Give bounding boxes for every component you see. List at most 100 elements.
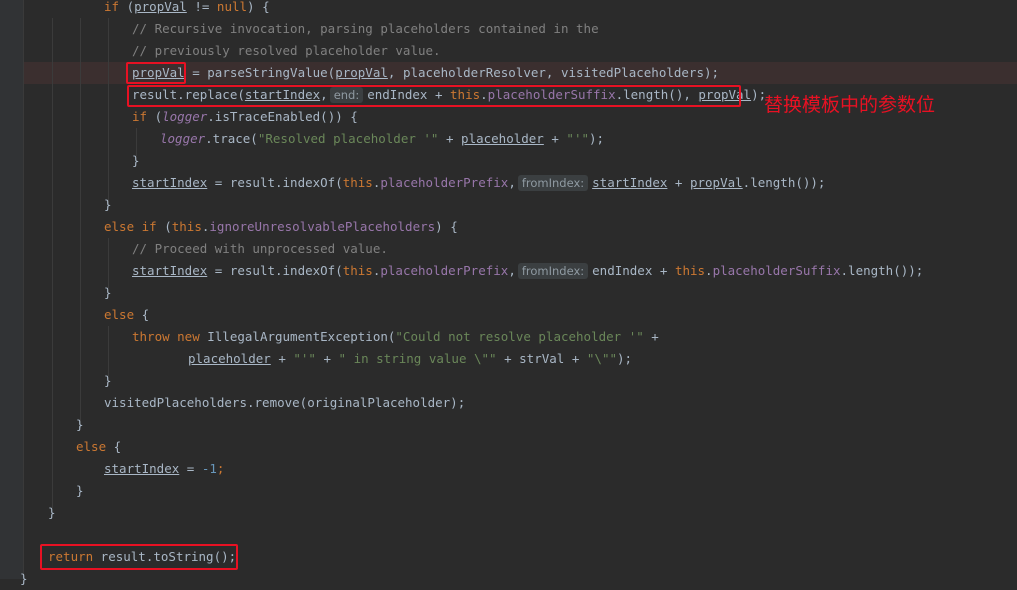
- highlight-box-replace: [127, 85, 741, 107]
- code-line-parse[interactable]: propVal = parseStringValue(propVal, plac…: [132, 62, 719, 84]
- field: placeholderSuffix: [712, 263, 841, 278]
- code-line-indexof-suffix[interactable]: startIndex = result.indexOf(this.placeho…: [132, 260, 923, 282]
- indent-guide: [108, 238, 109, 288]
- code-text: +: [543, 131, 567, 146]
- code-comment[interactable]: // Proceed with unprocessed value.: [132, 238, 388, 260]
- code-line-startindex-reset[interactable]: startIndex = -1;: [104, 458, 224, 480]
- string-literal: "\"": [586, 351, 617, 366]
- keyword: this: [342, 175, 373, 190]
- variable: placeholder: [188, 351, 271, 366]
- code-line-if-logger[interactable]: if (logger.isTraceEnabled()) {: [132, 106, 358, 128]
- code-line-else-outer[interactable]: else {: [76, 436, 121, 458]
- code-text: +: [270, 351, 294, 366]
- keyword: else if: [104, 219, 157, 234]
- code-text: .isTraceEnabled()) {: [207, 109, 358, 124]
- code-brace[interactable]: }: [20, 568, 28, 590]
- code-text: ) {: [435, 219, 458, 234]
- code-text: !=: [186, 0, 217, 14]
- keyword: if: [104, 0, 120, 14]
- code-text: .: [705, 263, 713, 278]
- string-literal: "Resolved placeholder '": [257, 131, 439, 146]
- code-text: , placeholderResolver, visitedPlaceholde…: [387, 65, 720, 80]
- keyword: else: [76, 439, 107, 454]
- code-text: ,: [508, 263, 516, 278]
- keyword: this: [674, 263, 706, 278]
- code-text: = parseStringValue(: [184, 65, 336, 80]
- code-comment[interactable]: // Recursive invocation, parsing placeho…: [132, 18, 599, 40]
- code-text: );: [617, 351, 633, 366]
- code-editor[interactable]: if (propVal != null) { // Recursive invo…: [0, 0, 1017, 586]
- variable: propVal: [689, 175, 743, 190]
- code-brace[interactable]: }: [76, 414, 84, 436]
- code-text: ,: [508, 175, 516, 190]
- variable: propVal: [134, 0, 187, 14]
- code-brace[interactable]: }: [76, 480, 84, 502]
- keyword: if: [132, 109, 148, 124]
- variable: placeholder: [461, 131, 544, 146]
- indent-guide: [80, 18, 81, 428]
- indent-guide: [108, 18, 109, 208]
- variable: startIndex: [104, 461, 180, 476]
- code-line-throw[interactable]: throw new IllegalArgumentException("Coul…: [132, 326, 659, 348]
- code-text: (: [156, 219, 172, 234]
- variable: startIndex: [592, 175, 668, 190]
- code-text: (: [119, 0, 135, 14]
- editor-gutter[interactable]: [0, 0, 24, 579]
- code-brace[interactable]: }: [132, 150, 140, 172]
- indent-guide: [52, 18, 53, 508]
- keyword: this: [342, 263, 373, 278]
- keyword: this: [171, 219, 202, 234]
- field: placeholderPrefix: [380, 175, 509, 190]
- code-text: +: [667, 175, 690, 190]
- code-brace[interactable]: }: [104, 282, 112, 304]
- code-text: .trace(: [205, 131, 258, 146]
- keyword: throw new: [132, 329, 200, 344]
- string-literal: "'": [566, 131, 589, 146]
- code-text: (: [147, 109, 163, 124]
- number-literal: -1: [201, 461, 217, 476]
- annotation-label: 替换模板中的参数位: [764, 94, 936, 116]
- code-text: = result.indexOf(: [207, 263, 343, 278]
- code-text: = result.indexOf(: [207, 175, 343, 190]
- code-line-if-propval[interactable]: if (propVal != null) {: [104, 0, 270, 18]
- code-brace[interactable]: }: [48, 502, 56, 524]
- field: logger: [162, 109, 208, 124]
- variable: propVal: [335, 65, 388, 80]
- highlight-box-return: [40, 544, 238, 570]
- keyword: null: [216, 0, 248, 14]
- code-line-indexof[interactable]: startIndex = result.indexOf(this.placeho…: [132, 172, 825, 194]
- code-comment[interactable]: // previously resolved placeholder value…: [132, 40, 441, 62]
- field: logger: [160, 131, 206, 146]
- highlight-box-propval: [126, 62, 186, 84]
- indent-guide: [108, 326, 109, 376]
- code-line-trace[interactable]: logger.trace("Resolved placeholder '" + …: [160, 128, 604, 150]
- field: ignoreUnresolvablePlaceholders: [209, 219, 436, 234]
- code-text: .length());: [840, 263, 924, 278]
- variable: startIndex: [132, 263, 208, 278]
- code-line-throw-cont[interactable]: placeholder + "'" + " in string value \"…: [188, 348, 632, 370]
- code-text: {: [106, 439, 122, 454]
- string-literal: " in string value \"": [338, 351, 497, 366]
- code-text: );: [589, 131, 605, 146]
- code-text: + strVal +: [496, 351, 587, 366]
- code-line-else-if[interactable]: else if (this.ignoreUnresolvablePlacehol…: [104, 216, 458, 238]
- code-brace[interactable]: }: [104, 370, 112, 392]
- variable: startIndex: [132, 175, 208, 190]
- code-line-else[interactable]: else {: [104, 304, 149, 326]
- code-text: endIndex +: [592, 263, 675, 278]
- code-text: ) {: [247, 0, 270, 14]
- code-text: =: [179, 461, 202, 476]
- code-text: +: [643, 329, 659, 344]
- code-text: IllegalArgumentException(: [199, 329, 396, 344]
- code-line-remove[interactable]: visitedPlaceholders.remove(originalPlace…: [104, 392, 465, 414]
- code-text: {: [134, 307, 150, 322]
- string-literal: "Could not resolve placeholder '": [395, 329, 644, 344]
- code-text: +: [315, 351, 339, 366]
- code-brace[interactable]: }: [104, 194, 112, 216]
- code-text: ;: [216, 461, 225, 476]
- keyword: else: [104, 307, 135, 322]
- code-text: +: [438, 131, 462, 146]
- parameter-hint: fromIndex:: [517, 263, 589, 279]
- field: placeholderPrefix: [380, 263, 509, 278]
- parameter-hint: fromIndex:: [517, 175, 589, 191]
